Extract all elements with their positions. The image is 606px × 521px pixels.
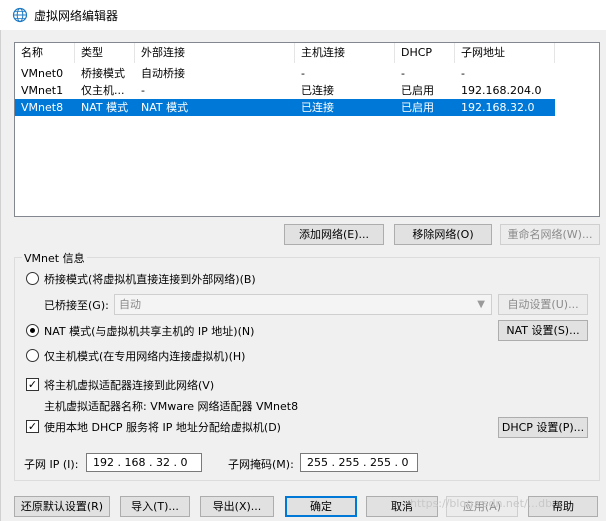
host-only-label[interactable]: 仅主机模式(在专用网络内连接虚拟机)(H)	[44, 348, 245, 364]
add-network-button[interactable]: 添加网络(E)...	[284, 224, 384, 245]
cell-host: 已连接	[301, 84, 334, 97]
bridged-to-select[interactable]: 自动 ▼	[114, 294, 492, 315]
cell-name: VMnet0	[21, 67, 64, 80]
bridged-to-value: 自动	[119, 298, 141, 311]
adapter-name-label: 主机虚拟适配器名称: VMware 网络适配器 VMnet8	[44, 400, 299, 413]
cell-name: VMnet1	[21, 84, 64, 97]
vmnet-info-group	[14, 257, 600, 481]
chevron-down-icon: ▼	[477, 299, 485, 310]
auto-settings-button[interactable]: 自动设置(U)...	[498, 294, 588, 315]
nat-label[interactable]: NAT 模式(与虚拟机共享主机的 IP 地址)(N)	[44, 323, 254, 339]
watermark-text: https://blog.csdn.net/...db	[410, 497, 553, 510]
import-button[interactable]: 导入(T)...	[120, 496, 190, 517]
cell-host: -	[301, 67, 305, 80]
col-header-host[interactable]: 主机连接	[295, 43, 395, 63]
dhcp-checkbox[interactable]: ✓	[26, 420, 39, 433]
subnet-ip-input[interactable]: 192 . 168 . 32 . 0	[86, 453, 202, 472]
subnet-ip-label: 子网 IP (I):	[24, 458, 79, 471]
ok-button[interactable]: 确定	[285, 496, 357, 517]
cell-type: 桥接模式	[81, 67, 125, 80]
cell-type: 仅主机...	[81, 84, 125, 97]
cell-external: -	[141, 84, 145, 97]
col-header-external[interactable]: 外部连接	[135, 43, 295, 63]
bridged-radio[interactable]	[26, 272, 39, 285]
table-row-selected[interactable]: VMnet8 NAT 模式 NAT 模式 已连接 已启用 192.168.32.…	[15, 99, 555, 116]
dhcp-label[interactable]: 使用本地 DHCP 服务将 IP 地址分配给虚拟机(D)	[44, 419, 281, 435]
vmnet-info-title: VMnet 信息	[22, 250, 87, 266]
cell-dhcp: -	[401, 67, 405, 80]
col-header-dhcp[interactable]: DHCP	[395, 43, 455, 63]
col-header-name[interactable]: 名称	[15, 43, 75, 63]
globe-icon	[12, 7, 28, 23]
bridged-to-label: 已桥接至(G):	[44, 299, 109, 312]
nat-settings-button[interactable]: NAT 设置(S)...	[498, 320, 588, 341]
list-header: 名称 类型 外部连接 主机连接 DHCP 子网地址	[15, 43, 599, 63]
rename-network-button[interactable]: 重命名网络(W)...	[500, 224, 600, 245]
restore-defaults-button[interactable]: 还原默认设置(R)	[14, 496, 110, 517]
connect-adapter-label[interactable]: 将主机虚拟适配器连接到此网络(V)	[44, 377, 214, 393]
remove-network-button[interactable]: 移除网络(O)	[394, 224, 492, 245]
col-header-subnet[interactable]: 子网地址	[455, 43, 555, 63]
cell-external: 自动桥接	[141, 67, 185, 80]
nat-radio[interactable]	[26, 324, 39, 337]
cell-subnet: -	[461, 67, 465, 80]
network-list[interactable]: 名称 类型 外部连接 主机连接 DHCP 子网地址 VMnet0 桥接模式 自动…	[14, 42, 600, 217]
connect-adapter-checkbox[interactable]: ✓	[26, 378, 39, 391]
cell-subnet: 192.168.204.0	[461, 84, 542, 97]
export-button[interactable]: 导出(X)...	[200, 496, 274, 517]
col-header-type[interactable]: 类型	[75, 43, 135, 63]
bridged-label[interactable]: 桥接模式(将虚拟机直接连接到外部网络)(B)	[44, 271, 256, 287]
subnet-mask-input[interactable]: 255 . 255 . 255 . 0	[300, 453, 418, 472]
dhcp-settings-button[interactable]: DHCP 设置(P)...	[498, 417, 588, 438]
table-row[interactable]: VMnet0 桥接模式 自动桥接 - - -	[15, 65, 555, 82]
cell-type: NAT 模式	[81, 101, 129, 114]
host-only-radio[interactable]	[26, 349, 39, 362]
cell-name: VMnet8	[21, 101, 64, 114]
window-title: 虚拟网络编辑器	[34, 9, 119, 23]
cell-external: NAT 模式	[141, 101, 189, 114]
subnet-mask-label: 子网掩码(M):	[228, 458, 294, 471]
table-row[interactable]: VMnet1 仅主机... - 已连接 已启用 192.168.204.0	[15, 82, 555, 99]
cell-dhcp: 已启用	[401, 101, 434, 114]
cell-host: 已连接	[301, 101, 334, 114]
title-bar: 虚拟网络编辑器	[0, 0, 606, 30]
cell-subnet: 192.168.32.0	[461, 101, 535, 114]
cell-dhcp: 已启用	[401, 84, 434, 97]
